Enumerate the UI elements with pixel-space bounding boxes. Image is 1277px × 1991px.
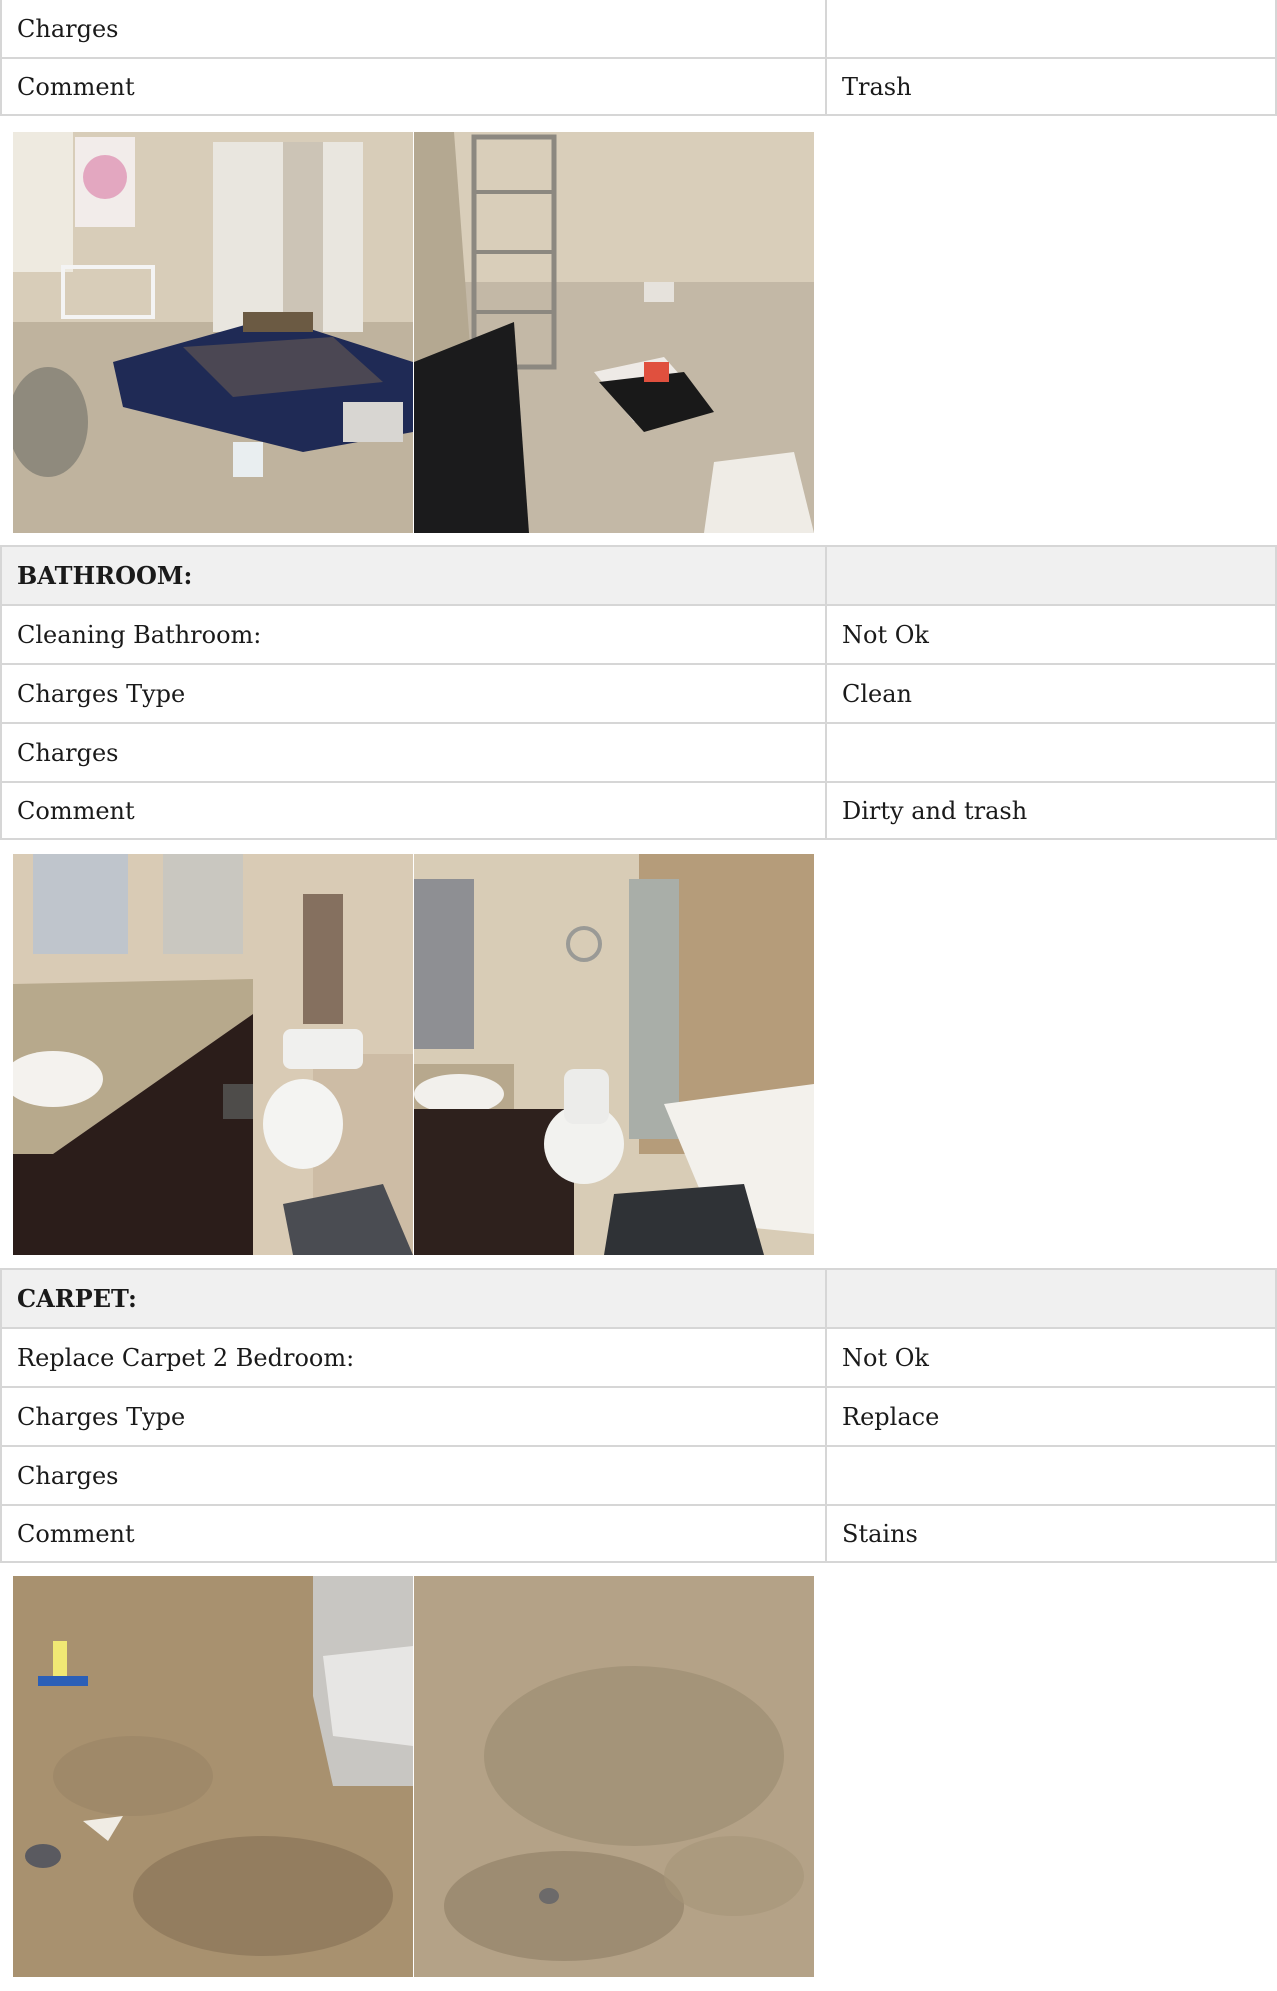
section-header-value <box>825 1270 1277 1327</box>
carpet-photo-1 <box>13 1576 413 1977</box>
table-row: Charges <box>0 0 1277 57</box>
row-label: Comment <box>0 59 825 114</box>
row-label: Charges <box>0 0 825 57</box>
section-title: CARPET: <box>0 1270 825 1327</box>
row-value: Dirty and trash <box>825 783 1277 838</box>
section-header-value <box>825 547 1277 604</box>
inspection-report: Charges Comment Trash BATHROOM: Cleaning… <box>0 0 1277 1991</box>
table-row: Charges <box>0 1445 1277 1504</box>
table-row: Comment Stains <box>0 1504 1277 1563</box>
section-header-bathroom: BATHROOM: <box>0 545 1277 604</box>
bedroom-photo-1 <box>13 132 413 533</box>
table-row: Charges Type Replace <box>0 1386 1277 1445</box>
table-row: Cleaning Bathroom: Not Ok <box>0 604 1277 663</box>
bedroom-photos <box>13 132 814 533</box>
row-value <box>825 724 1277 781</box>
row-value <box>825 1447 1277 1504</box>
bedroom-photo-2 <box>414 132 814 533</box>
row-label: Cleaning Bathroom: <box>0 606 825 663</box>
row-label: Comment <box>0 1506 825 1561</box>
carpet-photos <box>13 1576 814 1977</box>
section-title: BATHROOM: <box>0 547 825 604</box>
carpet-photo-2 <box>414 1576 814 1977</box>
row-label: Comment <box>0 783 825 838</box>
row-value <box>825 0 1277 57</box>
row-label: Charges Type <box>0 665 825 722</box>
table-row: Charges Type Clean <box>0 663 1277 722</box>
row-value: Stains <box>825 1506 1277 1561</box>
row-value: Trash <box>825 59 1277 114</box>
row-label: Charges Type <box>0 1388 825 1445</box>
row-value: Not Ok <box>825 606 1277 663</box>
bathroom-photo-2 <box>414 854 814 1255</box>
row-value: Replace <box>825 1388 1277 1445</box>
row-value: Clean <box>825 665 1277 722</box>
row-label: Charges <box>0 724 825 781</box>
table-row: Comment Trash <box>0 57 1277 116</box>
row-label: Replace Carpet 2 Bedroom: <box>0 1329 825 1386</box>
table-row: Replace Carpet 2 Bedroom: Not Ok <box>0 1327 1277 1386</box>
bathroom-photos <box>13 854 814 1255</box>
table-row: Comment Dirty and trash <box>0 781 1277 840</box>
row-value: Not Ok <box>825 1329 1277 1386</box>
row-label: Charges <box>0 1447 825 1504</box>
section-header-carpet: CARPET: <box>0 1268 1277 1327</box>
bathroom-photo-1 <box>13 854 413 1255</box>
table-row: Charges <box>0 722 1277 781</box>
